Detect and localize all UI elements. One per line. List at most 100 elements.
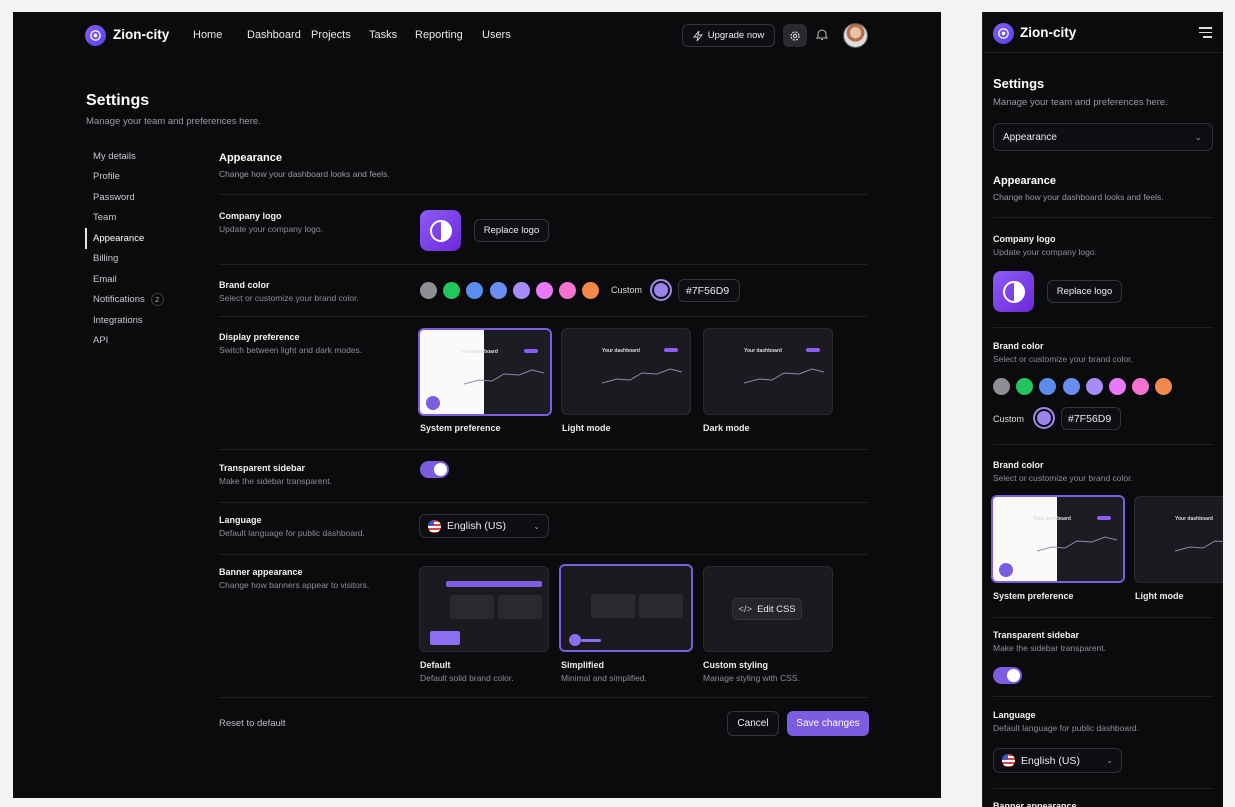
nav-home[interactable]: Home (193, 29, 247, 41)
company-logo-desc: Update your company logo. (993, 247, 1097, 257)
language-select[interactable]: English (US) ⌄ (419, 514, 549, 538)
color-swatch[interactable] (559, 282, 577, 299)
custom-color-input[interactable]: #7F56D9 (678, 279, 740, 302)
system-preference-option[interactable]: Your dashboard (418, 328, 552, 416)
appearance-desc: Change how your dashboard looks and feel… (219, 169, 390, 179)
avatar[interactable] (843, 23, 868, 48)
divider (993, 617, 1213, 618)
cancel-button[interactable]: Cancel (727, 711, 779, 736)
language-select[interactable]: English (US) ⌄ (993, 748, 1122, 773)
banner-simplified-option[interactable] (559, 564, 693, 652)
language-section: Language Default language for public das… (993, 710, 1139, 733)
color-swatch[interactable] (466, 282, 484, 299)
color-swatch[interactable] (1062, 378, 1080, 395)
divider (219, 697, 868, 698)
nav-dashboard[interactable]: Dashboard (247, 29, 311, 41)
divider (219, 502, 868, 503)
us-flag-icon (428, 519, 441, 533)
company-logo-section: Company logo Update your company logo. (993, 234, 1097, 257)
banner-default-desc: Default solid brand color. (420, 673, 514, 683)
brand-logo-icon[interactable] (85, 25, 106, 46)
color-swatch[interactable] (1016, 378, 1034, 395)
main-nav: Home Dashboard Projects Tasks Reporting … (193, 29, 522, 41)
sidebar-item-email[interactable]: Email (85, 269, 195, 290)
color-swatch[interactable] (1109, 378, 1126, 395)
us-flag-icon (1002, 754, 1015, 767)
custom-color-swatch[interactable] (1033, 407, 1055, 429)
trend-line-icon (464, 369, 544, 385)
light-mode-option[interactable]: Your dashboard (1134, 496, 1223, 583)
sidebar-item-profile[interactable]: Profile (85, 167, 195, 188)
light-mode-caption: Light mode (1135, 591, 1184, 601)
system-preference-caption: System preference (420, 423, 501, 433)
nav-tasks[interactable]: Tasks (369, 29, 415, 41)
color-swatch[interactable] (1085, 378, 1103, 395)
banner-default-option[interactable] (419, 566, 549, 652)
color-swatch[interactable] (489, 282, 507, 299)
transparent-sidebar-title: Transparent sidebar (219, 463, 306, 473)
divider (993, 217, 1213, 218)
sidebar-item-my-details[interactable]: My details (85, 146, 195, 167)
transparent-sidebar-toggle[interactable] (993, 667, 1022, 684)
reset-default-link[interactable]: Reset to default (219, 718, 286, 729)
banner-desc: Change how banners appear to visitors. (219, 580, 370, 590)
sidebar-item-billing[interactable]: Billing (85, 249, 195, 270)
company-logo-image (993, 271, 1034, 312)
dark-mode-caption: Dark mode (703, 423, 750, 433)
desktop-frame: Zion-city Home Dashboard Projects Tasks … (13, 12, 941, 798)
custom-color-label: Custom (611, 285, 643, 295)
replace-logo-button[interactable]: Replace logo (1047, 280, 1122, 303)
banner-title: Banner appearance (219, 567, 303, 577)
replace-logo-button[interactable]: Replace logo (474, 219, 549, 242)
color-swatch[interactable] (1039, 378, 1057, 395)
settings-section-select[interactable]: Appearance ⌄ (993, 123, 1213, 151)
chevron-down-icon: ⌄ (533, 521, 540, 531)
language-desc: Default language for public dashboard. (219, 528, 366, 538)
color-swatch[interactable] (993, 378, 1010, 395)
light-mode-caption: Light mode (562, 423, 611, 433)
light-mode-option[interactable]: Your dashboard (561, 328, 691, 415)
company-logo-image (420, 210, 461, 251)
sidebar-item-team[interactable]: Team (85, 208, 195, 229)
color-swatch[interactable] (420, 282, 437, 299)
brand-color-title: Brand color (993, 341, 1044, 351)
bell-icon[interactable] (815, 28, 829, 46)
color-swatch[interactable] (443, 282, 461, 299)
preview-heading: Your dashboard (744, 348, 782, 354)
page-subtitle: Manage your team and preferences here. (993, 97, 1168, 108)
upgrade-label: Upgrade now (707, 30, 765, 41)
color-swatch[interactable] (536, 282, 553, 299)
transparent-sidebar-toggle[interactable] (420, 461, 449, 478)
dark-mode-option[interactable]: Your dashboard (703, 328, 833, 415)
brand-logo-icon[interactable] (993, 23, 1014, 44)
custom-color-swatch[interactable] (650, 279, 672, 301)
sidebar-item-integrations[interactable]: Integrations (85, 310, 195, 331)
company-logo-desc: Update your company logo. (219, 224, 323, 234)
sidebar-item-notifications[interactable]: Notifications 2 (85, 290, 195, 311)
edit-css-button[interactable]: </> Edit CSS (732, 598, 802, 620)
color-swatch[interactable] (582, 282, 600, 299)
nav-users[interactable]: Users (482, 29, 522, 41)
page-subtitle: Manage your team and preferences here. (86, 116, 261, 127)
nav-projects[interactable]: Projects (311, 29, 369, 41)
system-preference-option[interactable]: Your dashboard (991, 495, 1125, 583)
sidebar-item-api[interactable]: API (85, 331, 195, 352)
upgrade-button[interactable]: Upgrade now (682, 24, 775, 47)
language-value: English (US) (1021, 754, 1080, 767)
custom-color-input[interactable]: #7F56D9 (1061, 407, 1121, 430)
hamburger-menu-icon[interactable] (1199, 27, 1212, 38)
divider (993, 327, 1213, 328)
divider (993, 696, 1213, 697)
banner-custom-option[interactable]: </> Edit CSS (703, 566, 833, 652)
settings-gear-icon[interactable] (783, 24, 807, 47)
color-swatch[interactable] (1132, 378, 1150, 395)
color-swatch[interactable] (512, 282, 530, 299)
sidebar-item-password[interactable]: Password (85, 187, 195, 208)
color-swatch[interactable] (1155, 378, 1173, 395)
sidebar-item-appearance[interactable]: Appearance (85, 228, 195, 249)
divider (219, 264, 868, 265)
brand-name[interactable]: Zion-city (1020, 25, 1076, 40)
save-changes-button[interactable]: Save changes (787, 711, 869, 736)
brand-name[interactable]: Zion-city (113, 27, 169, 42)
nav-reporting[interactable]: Reporting (415, 29, 482, 41)
